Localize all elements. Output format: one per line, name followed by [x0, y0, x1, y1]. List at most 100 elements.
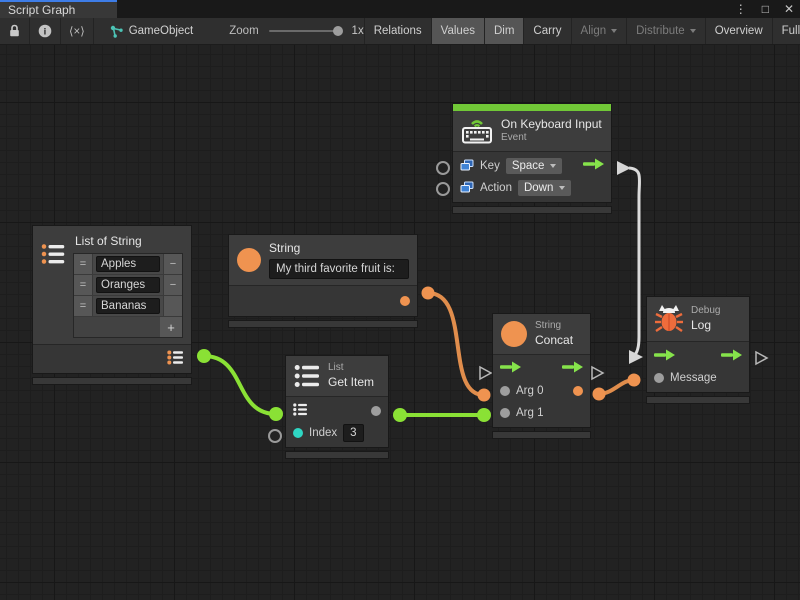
- flow-out-port[interactable]: [721, 349, 742, 364]
- list-add-row: +: [74, 317, 182, 337]
- string-output-row: [229, 289, 417, 313]
- chevron-down-icon: [690, 29, 696, 33]
- node-string-literal[interactable]: String My third favorite fruit is:: [228, 234, 418, 328]
- graph-target[interactable]: GameObject: [110, 25, 194, 38]
- zoom-slider-knob[interactable]: [333, 26, 343, 36]
- node-debug-log[interactable]: Debug Log: [646, 296, 750, 404]
- values-toggle[interactable]: Values: [432, 18, 485, 44]
- flow-in-port[interactable]: [500, 361, 521, 376]
- node-category: String: [535, 320, 573, 333]
- index-row: Index 3: [286, 422, 388, 444]
- item-out-port[interactable]: [371, 406, 381, 416]
- overview-button[interactable]: Overview: [706, 18, 773, 44]
- code-icon: ⟨×⟩: [69, 24, 85, 38]
- message-in-port[interactable]: [654, 373, 664, 383]
- flow-row: [493, 358, 590, 380]
- dim-toggle[interactable]: Dim: [485, 18, 524, 44]
- flow-row: [647, 345, 749, 367]
- flow-out-port[interactable]: [562, 361, 583, 376]
- string-output-port[interactable]: [422, 287, 435, 300]
- action-row: Action Down: [453, 177, 611, 199]
- list-output-port[interactable]: [197, 349, 211, 363]
- graph-canvas[interactable]: On Keyboard Input Event Key Space: [0, 45, 800, 600]
- arg1-row: Arg 1: [493, 402, 590, 424]
- concat-arg0-input-port[interactable]: [478, 389, 491, 402]
- info-icon: i: [38, 24, 52, 38]
- result-out-port[interactable]: [573, 386, 583, 396]
- maximize-icon[interactable]: □: [762, 0, 769, 18]
- close-icon[interactable]: ✕: [784, 0, 794, 18]
- distribute-dropdown[interactable]: Distribute: [627, 18, 706, 44]
- key-dropdown[interactable]: Space: [506, 158, 563, 174]
- key-label: Key: [480, 160, 500, 172]
- remove-item-button[interactable]: −: [163, 254, 182, 274]
- string-value-input[interactable]: My third favorite fruit is:: [269, 259, 409, 279]
- node-concat[interactable]: String Concat: [492, 313, 591, 439]
- full-screen-button[interactable]: Full Screen: [773, 18, 800, 44]
- node-subtitle: Event: [501, 132, 602, 145]
- carry-toggle[interactable]: Carry: [524, 18, 571, 44]
- drag-handle[interactable]: =: [74, 254, 93, 274]
- overview-label: Overview: [715, 25, 763, 37]
- concat-flow-out-marker: [592, 367, 603, 379]
- literal-icon: [460, 159, 474, 172]
- action-dropdown[interactable]: Down: [518, 180, 571, 196]
- list-item-input[interactable]: Oranges: [96, 277, 160, 293]
- code-view-button[interactable]: ⟨×⟩: [61, 18, 94, 44]
- list-in-port[interactable]: [293, 403, 308, 419]
- gameobject-icon: [110, 25, 123, 38]
- add-item-button[interactable]: +: [160, 317, 182, 337]
- index-input[interactable]: 3: [343, 424, 363, 442]
- info-button[interactable]: i: [30, 18, 61, 44]
- list-item-row: = Apples −: [74, 254, 182, 275]
- node-get-item[interactable]: List Get Item I: [285, 355, 389, 459]
- index-in-port[interactable]: [293, 428, 303, 438]
- list-icon: [293, 403, 308, 416]
- zoom-slider[interactable]: [269, 30, 342, 32]
- node-on-keyboard-input[interactable]: On Keyboard Input Event Key Space: [452, 103, 612, 214]
- flow-arrow-icon: [500, 361, 521, 373]
- keyboard-icon: [461, 117, 493, 144]
- node-title: List of String: [75, 234, 183, 248]
- index-port[interactable]: [269, 430, 281, 442]
- control-wire: [629, 168, 640, 357]
- kebab-menu-icon[interactable]: ⋮: [735, 0, 747, 18]
- node-footer: [492, 431, 591, 439]
- arg0-in-port[interactable]: [500, 386, 510, 396]
- node-title: String: [269, 241, 409, 256]
- string-out-port[interactable]: [400, 296, 410, 306]
- arg1-in-port[interactable]: [500, 408, 510, 418]
- relations-button[interactable]: Relations: [365, 18, 432, 44]
- concat-arg1-input-port[interactable]: [477, 408, 491, 422]
- node-list-of-string[interactable]: List of String = Apples − = Oranges −: [32, 225, 192, 385]
- distribute-label: Distribute: [636, 25, 685, 37]
- align-label: Align: [581, 25, 607, 37]
- lock-button[interactable]: [0, 18, 30, 44]
- message-label: Message: [670, 372, 717, 384]
- window-tab-bar: Script Graph ⋮ □ ✕: [0, 0, 800, 18]
- get-item-list-input-port[interactable]: [269, 407, 283, 421]
- drag-handle[interactable]: =: [74, 275, 93, 295]
- node-title: Concat: [535, 333, 573, 348]
- concat-result-port[interactable]: [593, 388, 606, 401]
- drag-handle[interactable]: =: [74, 296, 93, 316]
- keyboard-action-port[interactable]: [437, 183, 449, 195]
- remove-item-button[interactable]: [163, 296, 182, 316]
- zoom-value: 1x: [352, 25, 364, 37]
- key-value: Space: [512, 160, 545, 172]
- tab-script-graph[interactable]: Script Graph: [0, 0, 117, 18]
- remove-item-button[interactable]: −: [163, 275, 182, 295]
- dim-label: Dim: [494, 25, 514, 37]
- list-item-input[interactable]: Apples: [96, 256, 160, 272]
- index-label: Index: [309, 427, 337, 439]
- bug-icon: [655, 303, 683, 335]
- flow-arrow-icon: [562, 361, 583, 373]
- keyboard-key-port[interactable]: [437, 162, 449, 174]
- log-message-wire-end[interactable]: [628, 374, 641, 387]
- align-dropdown[interactable]: Align: [572, 18, 628, 44]
- list-out-port[interactable]: [167, 350, 184, 368]
- trigger-out-port[interactable]: [583, 158, 604, 173]
- list-item-input[interactable]: Bananas: [96, 298, 160, 314]
- flow-in-port[interactable]: [654, 349, 675, 364]
- get-item-output-port[interactable]: [393, 408, 407, 422]
